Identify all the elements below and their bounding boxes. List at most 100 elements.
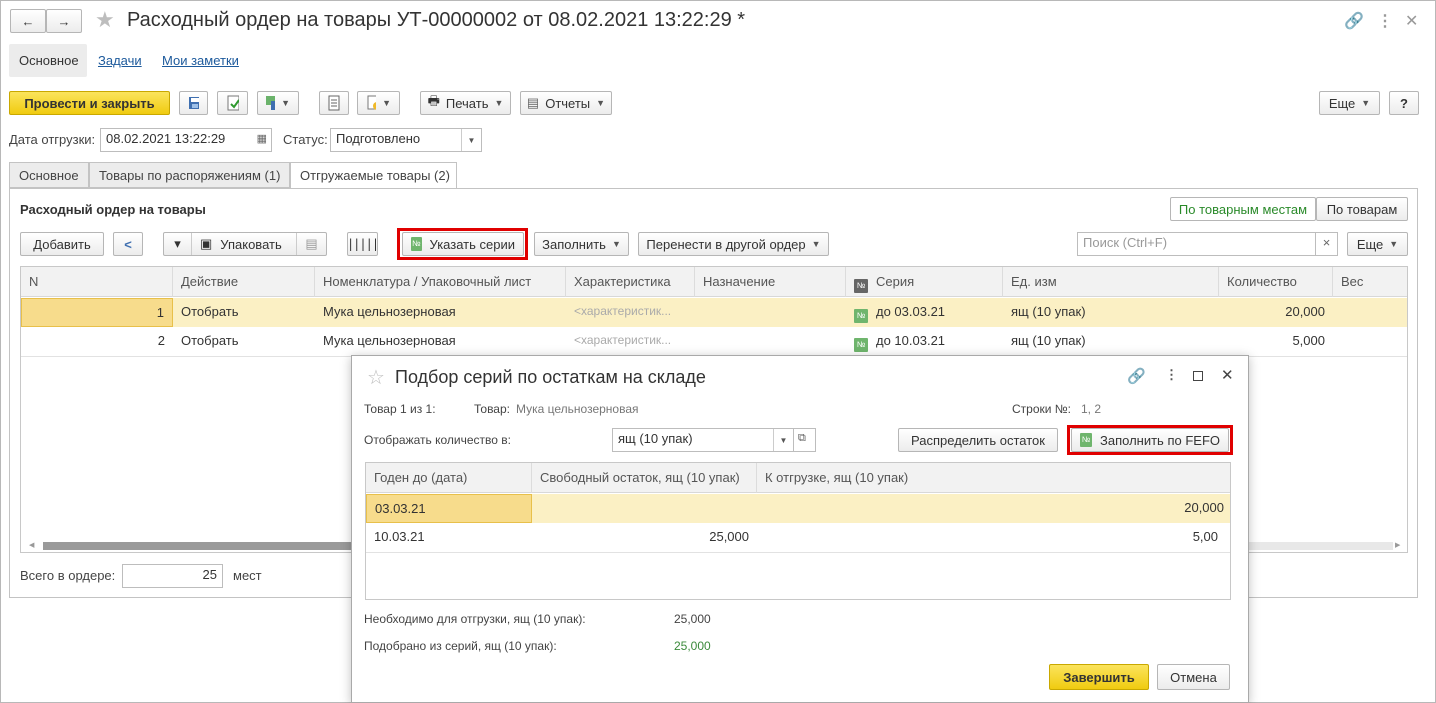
back-button[interactable]: ← <box>10 9 46 33</box>
col-header-unit[interactable]: Ед. изм <box>1003 267 1219 297</box>
doc-tab-orders[interactable]: Товары по распоряжениям (1) <box>89 162 290 188</box>
more-button[interactable]: Еще ▼ <box>1319 91 1380 115</box>
pack-button-group[interactable]: ▾ ▣ Упаковать ▤ <box>163 232 327 256</box>
scrollbar-thumb[interactable] <box>43 542 363 550</box>
cell-series[interactable]: № до 10.03.21 <box>846 327 1003 356</box>
cell-unit[interactable]: ящ (10 упак) <box>1003 327 1219 356</box>
cell-ship[interactable]: 20,000 <box>757 494 1230 523</box>
panel-more-button[interactable]: Еще ▼ <box>1347 232 1408 256</box>
cell-expiry[interactable]: 10.03.21 <box>366 523 532 552</box>
series-row[interactable]: 10.03.21 25,000 5,00 <box>366 523 1230 552</box>
display-qty-value: ящ (10 упак) <box>618 431 693 446</box>
table-row[interactable]: 2 Отобрать Мука цельнозерновая <характер… <box>21 327 1407 356</box>
dropdown-arrow-icon: ▼ <box>1389 239 1399 249</box>
distribute-button[interactable]: Распределить остаток <box>898 428 1058 452</box>
section-tab-tasks[interactable]: Задачи <box>98 53 142 68</box>
attachments-button[interactable]: ▼ <box>357 91 400 115</box>
close-icon[interactable]: ✕ <box>1221 366 1234 384</box>
link-icon[interactable]: 🔗 <box>1344 11 1364 31</box>
help-button[interactable]: ? <box>1389 91 1419 115</box>
col-header-purpose[interactable]: Назначение <box>695 267 846 297</box>
clear-search-icon[interactable]: × <box>1315 232 1338 256</box>
save-button[interactable] <box>179 91 208 115</box>
view-by-goods-button[interactable]: По товарам <box>1316 197 1408 221</box>
doc-tab-shipped[interactable]: Отгружаемые товары (2) <box>290 162 457 189</box>
pack-options-icon[interactable]: ▤ <box>296 233 326 255</box>
scroll-left-icon[interactable]: ◀ <box>29 541 34 549</box>
cell-expiry[interactable]: 03.03.21 <box>366 494 532 523</box>
cell-n[interactable]: 1 <box>21 298 173 327</box>
cell-action[interactable]: Отобрать <box>173 298 315 327</box>
cell-unit[interactable]: ящ (10 упак) <box>1003 298 1219 327</box>
reports-button[interactable]: ▤ Отчеты ▼ <box>520 91 612 115</box>
window-title: Расходный ордер на товары УТ-00000002 от… <box>127 9 746 31</box>
cancel-button[interactable]: Отмена <box>1157 664 1230 690</box>
move-order-button[interactable]: Перенести в другой ордер ▼ <box>638 232 829 256</box>
col-header-free[interactable]: Свободный остаток, ящ (10 упак) <box>532 463 757 493</box>
total-unit: мест <box>233 568 262 583</box>
post-button[interactable] <box>217 91 248 115</box>
share-button[interactable]: < <box>113 232 143 256</box>
col-header-item[interactable]: Номенклатура / Упаковочный лист <box>315 267 566 297</box>
cell-action[interactable]: Отобрать <box>173 327 315 356</box>
calendar-icon[interactable]: ▦ <box>257 132 267 145</box>
cell-weight[interactable] <box>1333 298 1407 327</box>
scroll-right-icon[interactable]: ▶ <box>1395 541 1400 549</box>
create-based-icon <box>266 96 276 110</box>
display-qty-select[interactable]: ящ (10 упак) ▼ <box>612 428 794 452</box>
cell-series[interactable]: № до 03.03.21 <box>846 298 1003 327</box>
forward-button[interactable]: → <box>46 9 82 33</box>
search-input[interactable]: Поиск (Ctrl+F) <box>1077 232 1316 256</box>
cell-purpose[interactable] <box>695 327 846 356</box>
cell-characteristic[interactable]: <характеристик... <box>566 327 695 356</box>
more-vertical-icon[interactable]: ⋮ <box>1165 367 1178 383</box>
barcode-button[interactable]: ||||| <box>347 232 379 256</box>
section-tab-notes[interactable]: Мои заметки <box>162 53 239 68</box>
favorite-star-icon[interactable]: ☆ <box>367 365 385 390</box>
finish-button[interactable]: Завершить <box>1049 664 1149 690</box>
table-row[interactable]: 1 Отобрать Мука цельнозерновая <характер… <box>21 298 1407 327</box>
cell-item[interactable]: Мука цельнозерновая <box>315 327 566 356</box>
chevron-down-icon[interactable]: ▼ <box>773 429 793 451</box>
col-header-weight[interactable]: Вес <box>1333 267 1407 297</box>
cell-free[interactable]: 25,000 <box>532 523 757 552</box>
cell-weight[interactable] <box>1333 327 1407 356</box>
post-and-close-button[interactable]: Провести и закрыть <box>9 91 170 115</box>
doc-tab-main[interactable]: Основное <box>9 162 89 188</box>
cell-item[interactable]: Мука цельнозерновая <box>315 298 566 327</box>
unpack-icon[interactable]: ▾ <box>164 233 192 255</box>
cell-characteristic[interactable]: <характеристик... <box>566 298 695 327</box>
status-select[interactable]: Подготовлено ▼ <box>330 128 482 152</box>
maximize-icon[interactable] <box>1193 371 1203 381</box>
close-icon[interactable]: ✕ <box>1405 11 1418 31</box>
cell-qty[interactable]: 20,000 <box>1219 298 1333 327</box>
col-header-expiry[interactable]: Годен до (дата) <box>366 463 532 493</box>
view-by-places-button[interactable]: По товарным местам <box>1170 197 1316 221</box>
row-divider <box>366 552 1230 553</box>
cell-qty[interactable]: 5,000 <box>1219 327 1333 356</box>
add-button[interactable]: Добавить <box>20 232 104 256</box>
ship-date-field[interactable]: 08.02.2021 13:22:29 ▦ <box>100 128 272 152</box>
cell-n[interactable]: 2 <box>21 327 173 356</box>
cell-purpose[interactable] <box>695 298 846 327</box>
col-header-series[interactable]: № Серия <box>846 267 1003 297</box>
cell-ship[interactable]: 5,00 <box>757 523 1230 552</box>
col-header-n[interactable]: N <box>21 267 173 297</box>
open-unit-icon[interactable]: ⧉ <box>793 428 816 452</box>
col-header-characteristic[interactable]: Характеристика <box>566 267 695 297</box>
more-vertical-icon[interactable]: ⋮ <box>1377 11 1393 31</box>
col-header-ship[interactable]: К отгрузке, ящ (10 упак) <box>757 463 1230 493</box>
col-header-action[interactable]: Действие <box>173 267 315 297</box>
chevron-down-icon[interactable]: ▼ <box>461 129 481 151</box>
cell-free[interactable] <box>532 494 757 523</box>
fill-button[interactable]: Заполнить ▼ <box>534 232 629 256</box>
series-row[interactable]: 03.03.21 20,000 <box>366 494 1230 523</box>
link-icon[interactable]: 🔗 <box>1127 367 1146 385</box>
cell-series-value: до 03.03.21 <box>876 304 946 319</box>
print-button[interactable]: 🖶 Печать ▼ <box>420 91 511 115</box>
structure-button[interactable] <box>319 91 349 115</box>
favorite-star-icon[interactable]: ★ <box>95 7 115 33</box>
section-tab-main[interactable]: Основное <box>9 44 87 77</box>
create-based-on-button[interactable]: ▼ <box>257 91 299 115</box>
col-header-qty[interactable]: Количество <box>1219 267 1333 297</box>
